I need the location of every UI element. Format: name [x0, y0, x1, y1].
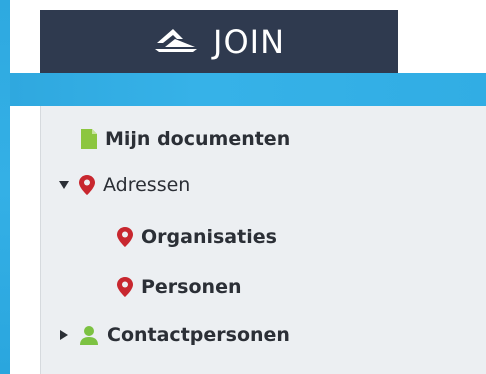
person-icon: [79, 325, 99, 345]
menu-item-label: Mijn documenten: [105, 128, 291, 150]
navigation-menu: Mijn documenten Adressen Organisaties Pe…: [40, 106, 486, 374]
app-stage: JOIN Mijn documenten Adressen Organisati…: [0, 0, 486, 374]
menu-item-personen[interactable]: Personen: [117, 276, 241, 298]
map-pin-icon: [117, 227, 133, 247]
left-accent-stripe: [0, 0, 10, 374]
menu-item-adressen[interactable]: Adressen: [57, 174, 190, 196]
header-accent-band: [10, 73, 486, 106]
menu-item-label: Contactpersonen: [107, 324, 290, 346]
caret-down-icon[interactable]: [57, 181, 71, 189]
brand-header[interactable]: JOIN: [40, 10, 398, 73]
map-pin-icon: [79, 175, 95, 195]
menu-item-label: Personen: [141, 276, 242, 298]
menu-item-contactpersonen[interactable]: Contactpersonen: [57, 324, 290, 346]
map-pin-icon: [117, 277, 133, 297]
caret-right-icon[interactable]: [57, 330, 71, 340]
menu-item-label: Adressen: [103, 174, 191, 196]
join-logo-icon: [153, 25, 199, 58]
menu-item-organisaties[interactable]: Organisaties: [117, 226, 277, 248]
brand-name: JOIN: [213, 22, 285, 61]
document-icon: [81, 129, 97, 149]
menu-item-label: Organisaties: [141, 226, 277, 248]
menu-item-mijn-documenten[interactable]: Mijn documenten: [81, 128, 290, 150]
